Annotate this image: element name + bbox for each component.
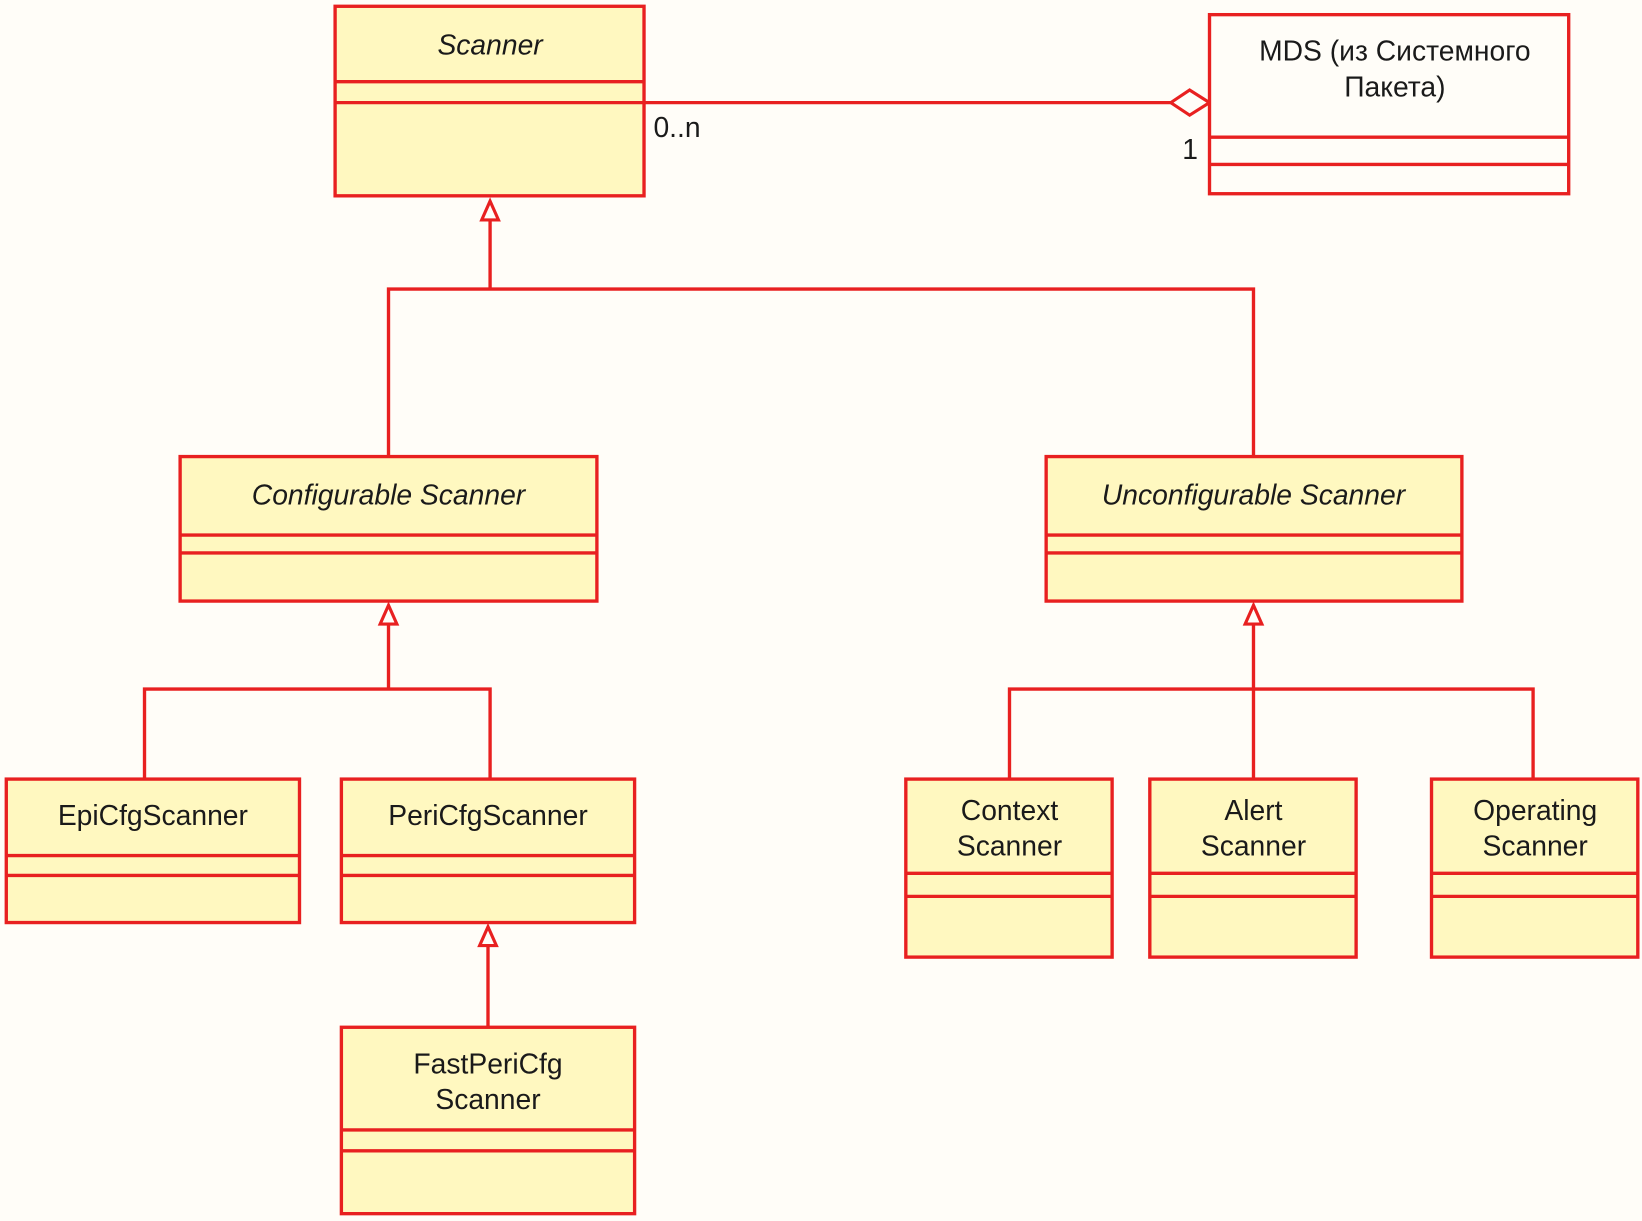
class-name-line1: Alert bbox=[1224, 794, 1282, 826]
generalization-peri bbox=[477, 922, 499, 1028]
class-fastpericfgscanner[interactable]: FastPeriCfg Scanner bbox=[339, 1025, 637, 1216]
class-configurable-scanner[interactable]: Configurable Scanner bbox=[178, 454, 599, 603]
generalization-arrow-icon bbox=[477, 922, 499, 948]
generalization-arrow-icon bbox=[1242, 601, 1265, 626]
class-pericfgscanner[interactable]: PeriCfgScanner bbox=[339, 777, 637, 925]
class-name: PeriCfgScanner bbox=[388, 799, 588, 831]
class-name-line1: MDS (из Системного bbox=[1259, 35, 1531, 67]
class-scanner[interactable]: Scanner bbox=[333, 4, 646, 198]
class-name-line1: Operating bbox=[1473, 794, 1597, 826]
class-alert-scanner[interactable]: Alert Scanner bbox=[1148, 777, 1358, 959]
class-name-line2: Scanner bbox=[957, 830, 1062, 862]
class-context-scanner[interactable]: Context Scanner bbox=[904, 777, 1114, 959]
class-name-line2: Пакета) bbox=[1344, 70, 1445, 102]
class-epicfgscanner[interactable]: EpiCfgScanner bbox=[4, 777, 302, 925]
class-name-line2: Scanner bbox=[435, 1083, 540, 1115]
uml-class-diagram: 0..n 1 Scanner MDS (из Системного Пакета… bbox=[4, 4, 1640, 1216]
class-mds[interactable]: MDS (из Системного Пакета) bbox=[1207, 12, 1571, 196]
multiplicity-scanner: 0..n bbox=[653, 111, 700, 143]
class-name-line1: Context bbox=[961, 794, 1059, 826]
multiplicity-mds: 1 bbox=[1182, 133, 1198, 165]
class-name: Unconfigurable Scanner bbox=[1102, 479, 1407, 511]
class-name-line1: FastPeriCfg bbox=[413, 1047, 562, 1079]
generalization-scanner bbox=[386, 197, 1256, 457]
class-name-line2: Scanner bbox=[1201, 830, 1306, 862]
class-name-line2: Scanner bbox=[1483, 830, 1588, 862]
class-name: EpiCfgScanner bbox=[58, 799, 248, 831]
class-unconfigurable-scanner[interactable]: Unconfigurable Scanner bbox=[1044, 454, 1464, 603]
class-operating-scanner[interactable]: Operating Scanner bbox=[1429, 777, 1640, 959]
aggregation-diamond-icon bbox=[1167, 88, 1213, 118]
class-name: Configurable Scanner bbox=[252, 479, 527, 511]
class-name: Scanner bbox=[437, 28, 544, 60]
generalization-configurable bbox=[142, 601, 492, 780]
generalization-arrow-icon bbox=[377, 601, 400, 626]
generalization-arrow-icon bbox=[479, 197, 501, 222]
aggregation-scanner-mds: 0..n 1 bbox=[644, 88, 1213, 165]
generalization-unconfigurable bbox=[1007, 601, 1535, 780]
